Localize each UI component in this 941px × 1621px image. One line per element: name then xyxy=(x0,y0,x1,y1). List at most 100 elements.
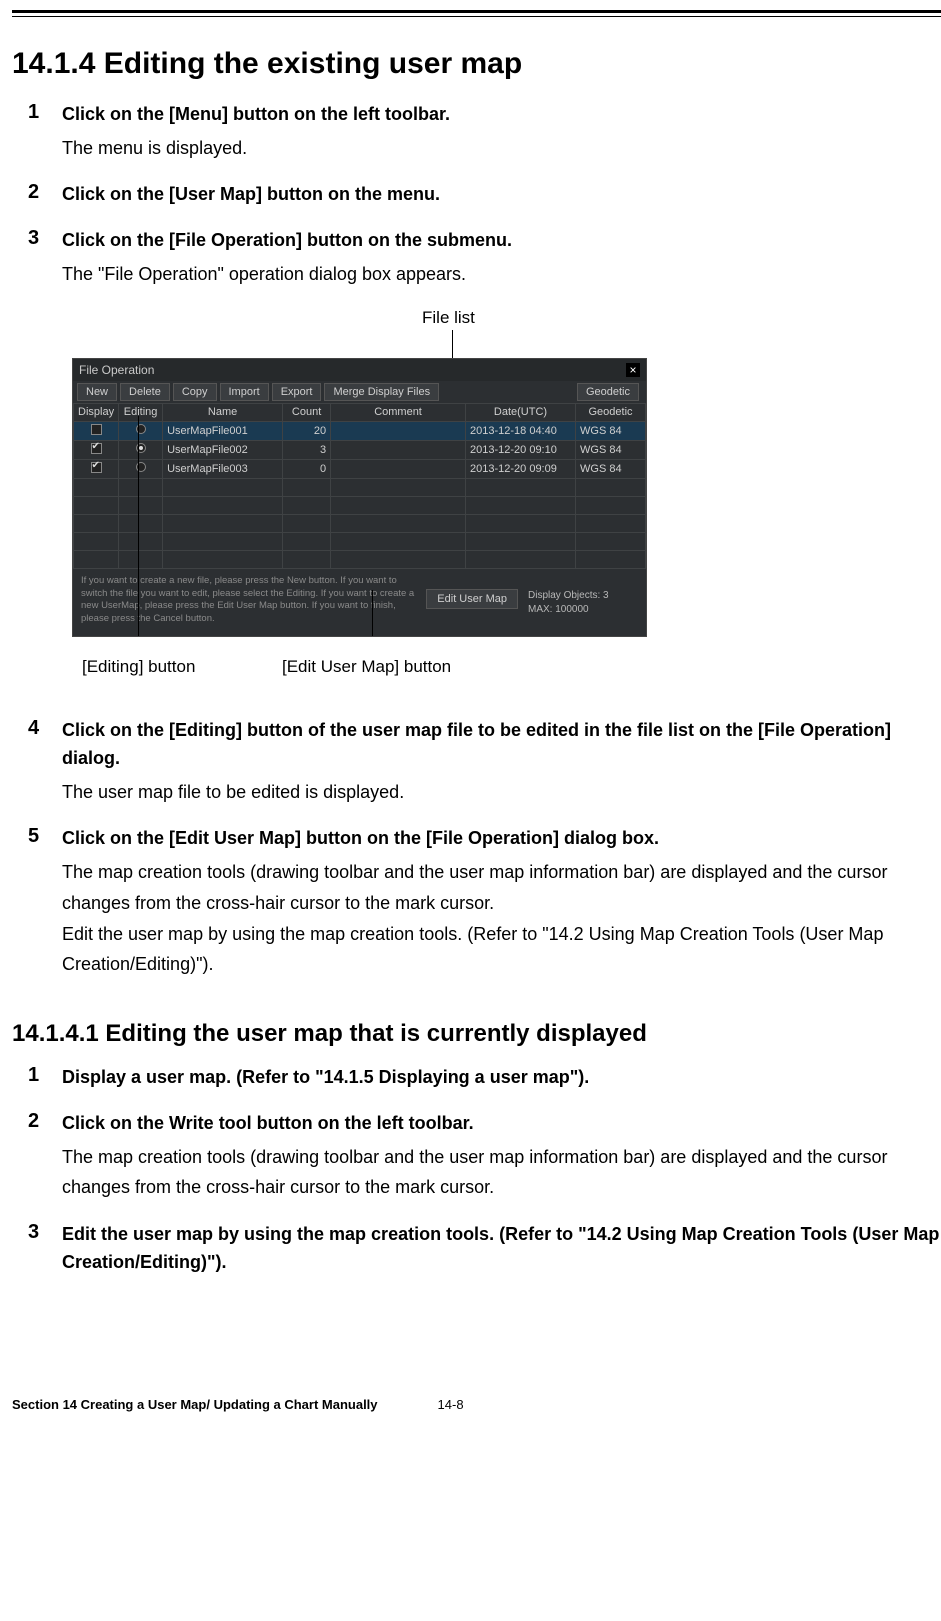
step-title: Click on the [Menu] button on the left t… xyxy=(62,101,941,129)
name-cell: UserMapFile002 xyxy=(163,440,283,459)
table-row-empty xyxy=(74,532,646,550)
callout-file-list: File list xyxy=(422,308,475,328)
display-checkbox-cell[interactable] xyxy=(74,421,119,440)
step-item: 1 Display a user map. (Refer to "14.1.5 … xyxy=(28,1064,941,1092)
step-body: The map creation tools (drawing toolbar … xyxy=(62,1142,941,1203)
col-comment: Comment xyxy=(331,403,466,421)
close-icon[interactable]: × xyxy=(626,363,640,377)
new-button[interactable]: New xyxy=(77,383,117,401)
footer-page-number: 14-8 xyxy=(438,1397,464,1412)
table-row-empty xyxy=(74,496,646,514)
col-count: Count xyxy=(283,403,331,421)
step-title: Click on the Write tool button on the le… xyxy=(62,1110,941,1138)
callout-editing-button: [Editing] button xyxy=(82,657,195,677)
step-item: 2 Click on the Write tool button on the … xyxy=(28,1110,941,1203)
table-header-row: Display Editing Name Count Comment Date(… xyxy=(74,403,646,421)
step-item: 4 Click on the [Editing] button of the u… xyxy=(28,717,941,807)
page-footer: Section 14 Creating a User Map/ Updating… xyxy=(12,1397,941,1412)
edit-user-map-button[interactable]: Edit User Map xyxy=(426,589,518,609)
count-cell: 20 xyxy=(283,421,331,440)
checkbox-icon[interactable] xyxy=(91,462,102,473)
step-number: 4 xyxy=(28,717,39,740)
step-number: 5 xyxy=(28,825,39,848)
step-number: 2 xyxy=(28,181,39,204)
steps-list-a: 1 Click on the [Menu] button on the left… xyxy=(28,101,941,290)
step-item: 3 Click on the [File Operation] button o… xyxy=(28,227,941,289)
file-list-table: Display Editing Name Count Comment Date(… xyxy=(73,403,646,569)
document-page: 14.1.4 Editing the existing user map 1 C… xyxy=(0,0,941,1472)
step-title: Click on the [Edit User Map] button on t… xyxy=(62,825,941,853)
step-title: Click on the [Editing] button of the use… xyxy=(62,717,941,773)
step-body: The user map file to be edited is displa… xyxy=(62,777,941,808)
file-operation-dialog: File Operation × New Delete Copy Import … xyxy=(72,358,647,637)
step-number: 3 xyxy=(28,227,39,250)
callout-leader-line xyxy=(452,330,453,358)
step-item: 2 Click on the [User Map] button on the … xyxy=(28,181,941,209)
callout-area-top: File list xyxy=(12,308,941,358)
table-row-empty xyxy=(74,514,646,532)
step-number: 1 xyxy=(28,1064,39,1087)
display-checkbox-cell[interactable] xyxy=(74,459,119,478)
date-cell: 2013-12-18 04:40 xyxy=(466,421,576,440)
dialog-title-text: File Operation xyxy=(79,363,154,377)
step-body: The menu is displayed. xyxy=(62,133,941,164)
step-number: 2 xyxy=(28,1110,39,1133)
callout-area-bottom: [Editing] button [Edit User Map] button xyxy=(12,641,941,681)
count-cell: 3 xyxy=(283,440,331,459)
dialog-toolbar: New Delete Copy Import Export Merge Disp… xyxy=(73,381,646,403)
col-date: Date(UTC) xyxy=(466,403,576,421)
date-cell: 2013-12-20 09:10 xyxy=(466,440,576,459)
col-geodetic: Geodetic xyxy=(576,403,646,421)
callout-edit-user-map-button: [Edit User Map] button xyxy=(282,657,451,677)
copy-button[interactable]: Copy xyxy=(173,383,217,401)
table-row[interactable]: UserMapFile002 3 2013-12-20 09:10 WGS 84 xyxy=(74,440,646,459)
step-body: The map creation tools (drawing toolbar … xyxy=(62,857,941,979)
col-name: Name xyxy=(163,403,283,421)
subsection-heading: 14.1.4.1 Editing the user map that is cu… xyxy=(12,1020,941,1048)
name-cell: UserMapFile001 xyxy=(163,421,283,440)
step-number: 1 xyxy=(28,101,39,124)
step-item: 5 Click on the [Edit User Map] button on… xyxy=(28,825,941,979)
editing-radio-cell[interactable] xyxy=(119,459,163,478)
col-display: Display xyxy=(74,403,119,421)
max-objects: MAX: 100000 xyxy=(528,603,638,617)
footer-section-label: Section 14 Creating a User Map/ Updating… xyxy=(12,1397,378,1412)
table-row[interactable]: UserMapFile003 0 2013-12-20 09:09 WGS 84 xyxy=(74,459,646,478)
callout-leader-line xyxy=(138,416,139,636)
geodetic-cell: WGS 84 xyxy=(576,421,646,440)
geodetic-cell: WGS 84 xyxy=(576,459,646,478)
step-title: Click on the [File Operation] button on … xyxy=(62,227,941,255)
delete-button[interactable]: Delete xyxy=(120,383,170,401)
display-objects-count: Display Objects: 3 xyxy=(528,589,638,603)
dialog-stats: Display Objects: 3 MAX: 100000 xyxy=(528,589,638,617)
count-cell: 0 xyxy=(283,459,331,478)
table-row-empty xyxy=(74,478,646,496)
section-heading: 14.1.4 Editing the existing user map xyxy=(12,47,941,81)
editing-radio-cell[interactable] xyxy=(119,421,163,440)
checkbox-icon[interactable] xyxy=(91,443,102,454)
step-title: Edit the user map by using the map creat… xyxy=(62,1221,941,1277)
step-number: 3 xyxy=(28,1221,39,1244)
comment-cell xyxy=(331,440,466,459)
step-item: 3 Edit the user map by using the map cre… xyxy=(28,1221,941,1277)
dialog-help-text: If you want to create a new file, please… xyxy=(81,575,416,626)
table-row-empty xyxy=(74,550,646,568)
table-row[interactable]: UserMapFile001 20 2013-12-18 04:40 WGS 8… xyxy=(74,421,646,440)
checkbox-icon[interactable] xyxy=(91,424,102,435)
merge-display-files-button[interactable]: Merge Display Files xyxy=(324,383,439,401)
file-operation-dialog-figure: File Operation × New Delete Copy Import … xyxy=(72,358,647,637)
step-title: Display a user map. (Refer to "14.1.5 Di… xyxy=(62,1064,941,1092)
editing-radio-cell[interactable] xyxy=(119,440,163,459)
import-button[interactable]: Import xyxy=(220,383,269,401)
step-body: The "File Operation" operation dialog bo… xyxy=(62,259,941,290)
steps-list-b: 4 Click on the [Editing] button of the u… xyxy=(28,717,941,980)
dialog-titlebar: File Operation × xyxy=(73,359,646,381)
date-cell: 2013-12-20 09:09 xyxy=(466,459,576,478)
name-cell: UserMapFile003 xyxy=(163,459,283,478)
step-item: 1 Click on the [Menu] button on the left… xyxy=(28,101,941,163)
step-title: Click on the [User Map] button on the me… xyxy=(62,181,941,209)
page-top-rule xyxy=(12,10,941,17)
geodetic-button[interactable]: Geodetic xyxy=(577,383,639,401)
display-checkbox-cell[interactable] xyxy=(74,440,119,459)
export-button[interactable]: Export xyxy=(272,383,322,401)
